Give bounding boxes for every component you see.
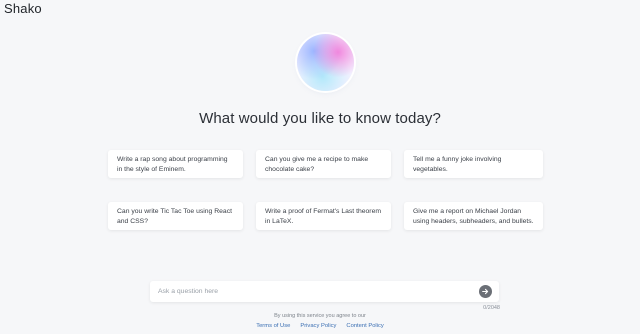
suggestion-grid: Write a rap song about programming in th… bbox=[108, 150, 544, 244]
suggestion-card[interactable]: Tell me a funny joke involving vegetable… bbox=[404, 150, 543, 178]
question-composer bbox=[150, 281, 499, 302]
suggestion-card[interactable]: Write a rap song about programming in th… bbox=[108, 150, 243, 178]
suggestion-card[interactable]: Can you give me a recipe to make chocola… bbox=[256, 150, 391, 178]
suggestion-card[interactable]: Write a proof of Fermat's Last theorem i… bbox=[256, 201, 391, 230]
page: Shako What would you like to know today?… bbox=[0, 0, 640, 334]
app-logo[interactable]: Shako bbox=[4, 1, 42, 16]
suggestion-card[interactable]: Give me a report on Michael Jordan using… bbox=[404, 201, 543, 230]
suggestion-card[interactable]: Can you write Tic Tac Toe using React an… bbox=[108, 201, 243, 230]
terms-disclaimer: By using this service you agree to our bbox=[274, 313, 366, 319]
page-title: What would you like to know today? bbox=[199, 110, 441, 127]
terms-of-use-link[interactable]: Terms of Use bbox=[256, 323, 290, 329]
character-counter: 0/2048 bbox=[483, 305, 500, 311]
content-policy-link[interactable]: Content Policy bbox=[346, 323, 383, 329]
arrow-right-icon bbox=[482, 288, 489, 295]
privacy-policy-link[interactable]: Privacy Policy bbox=[300, 323, 336, 329]
gradient-orb-image bbox=[297, 34, 354, 91]
question-input[interactable] bbox=[150, 281, 470, 302]
send-button[interactable] bbox=[479, 285, 492, 298]
footer-links: Terms of Use Privacy Policy Content Poli… bbox=[0, 323, 640, 329]
